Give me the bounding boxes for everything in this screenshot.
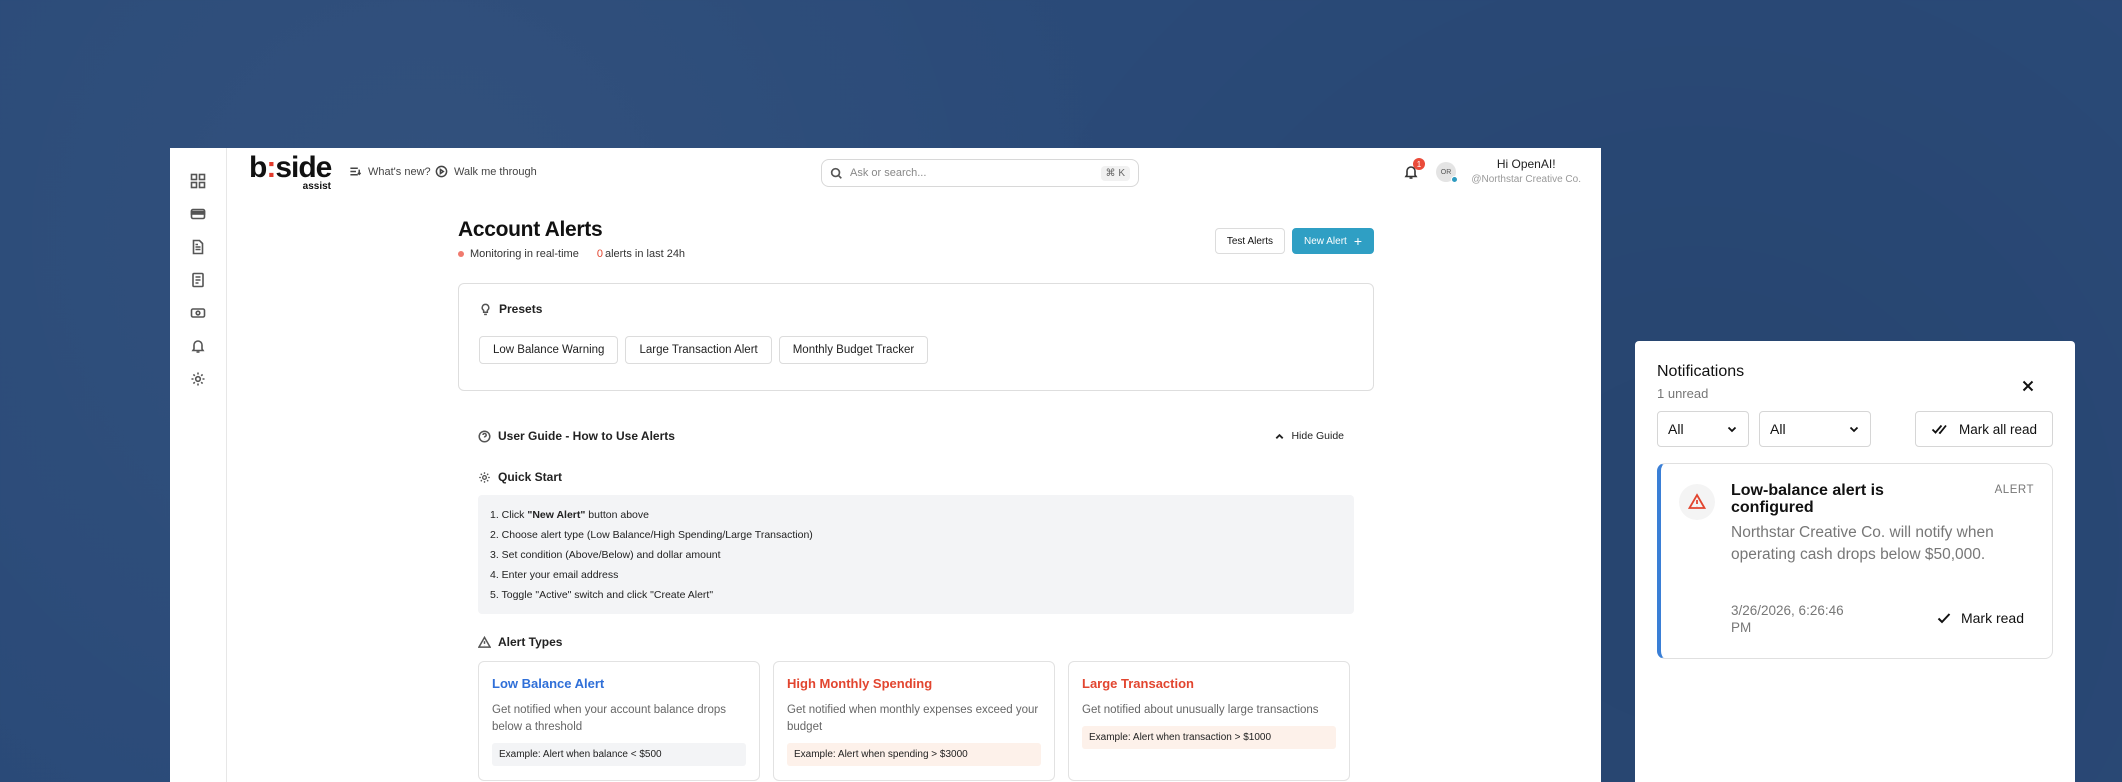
plus-icon: + [1353, 233, 1362, 249]
card-description: Get notified when monthly expenses excee… [787, 704, 1039, 733]
alert-type-high-spending: High Monthly Spending Get notified when … [773, 661, 1055, 781]
preset-low-balance[interactable]: Low Balance Warning [479, 336, 619, 364]
list-item: 1. Click "New Alert" button above [490, 509, 649, 521]
hide-guide-button[interactable]: Hide Guide [1274, 430, 1344, 442]
card-title: Low Balance Alert [492, 676, 605, 691]
search-input[interactable]: Ask or search... ⌘ K [821, 159, 1139, 187]
mark-read-button[interactable]: Mark read [1937, 610, 2024, 626]
gear-icon[interactable] [189, 370, 207, 388]
quick-start-heading: Quick Start [478, 470, 1354, 484]
notification-title: Low-balance alert is configured [1731, 482, 1884, 516]
presets-panel: Presets Low Balance Warning Large Transa… [458, 283, 1374, 391]
card-example: Example: Alert when spending > $3000 [787, 743, 1041, 766]
avatar[interactable]: OR [1436, 162, 1458, 183]
warning-icon [1688, 493, 1706, 509]
close-notifications-button[interactable] [2021, 379, 2035, 393]
card-example: Example: Alert when balance < $500 [492, 743, 746, 766]
walk-me-through-link[interactable]: Walk me through [435, 165, 537, 178]
check-icon [1937, 613, 1951, 624]
alert-types-heading: Alert Types [478, 635, 1354, 649]
new-alert-button[interactable]: New Alert + [1292, 228, 1374, 254]
search-shortcut: ⌘ K [1100, 165, 1130, 181]
card-icon[interactable] [189, 205, 207, 223]
side-rail [170, 148, 227, 782]
user-guide: User Guide - How to Use Alerts Hide Guid… [458, 429, 1374, 781]
app-window: b:side assist What's new? Walk me throug… [170, 148, 1601, 782]
notifications-panel: Notifications 1 unread All All Mark all … [1635, 341, 2075, 782]
search-placeholder: Ask or search... [850, 167, 927, 179]
document-icon[interactable] [189, 238, 207, 256]
logo[interactable]: b:side assist [249, 152, 339, 193]
card-description: Get notified when your account balance d… [492, 704, 726, 733]
notifications-title: Notifications [1657, 363, 1745, 380]
play-circle-icon [435, 165, 448, 178]
list-icon [350, 167, 362, 176]
close-icon [2022, 380, 2034, 392]
dashboard-icon[interactable] [189, 172, 207, 190]
alert-type-cards: Low Balance Alert Get notified when your… [478, 661, 1354, 781]
notification-item[interactable]: Low-balance alert is configured ALERT No… [1657, 463, 2053, 659]
list-item: 4. Enter your email address [490, 569, 619, 581]
greeting-text: Hi OpenAI! [1496, 157, 1556, 171]
notification-tag: ALERT [1994, 484, 2034, 496]
live-indicator [458, 251, 464, 257]
notification-time: 3/26/2026, 6:26:46 PM [1731, 603, 1844, 635]
card-example: Example: Alert when transaction > $1000 [1082, 726, 1336, 749]
bell-icon[interactable] [189, 337, 207, 355]
alert-type-low-balance: Low Balance Alert Get notified when your… [478, 661, 760, 781]
card-description: Get notified about unusually large trans… [1082, 704, 1319, 716]
notification-body: Northstar Creative Co. will notify when … [1731, 524, 1994, 563]
report-icon[interactable] [189, 271, 207, 289]
quick-start-steps: 1. Click "New Alert" button above 2. Cho… [478, 495, 1354, 614]
list-item: 3. Set condition (Above/Below) and dolla… [490, 549, 721, 561]
list-item: 2. Choose alert type (Low Balance/High S… [490, 529, 813, 541]
main-content: Account Alerts Monitoring in real-time 0… [458, 218, 1374, 781]
card-title: Large Transaction [1082, 676, 1194, 691]
chevron-down-icon [1849, 426, 1859, 433]
gear-icon [479, 471, 490, 483]
filter-select-2[interactable]: All [1759, 411, 1871, 447]
cash-icon[interactable] [189, 304, 207, 322]
whats-new-link[interactable]: What's new? [349, 165, 431, 178]
lightbulb-icon [481, 303, 490, 315]
alerts-count: 0 [596, 248, 603, 260]
card-title: High Monthly Spending [787, 676, 933, 691]
preset-large-transaction[interactable]: Large Transaction Alert [625, 336, 772, 364]
online-indicator [1451, 176, 1458, 183]
guide-heading: User Guide - How to Use Alerts [478, 429, 675, 443]
header-actions: Test Alerts New Alert + [1214, 228, 1374, 254]
alert-type-large-transaction: Large Transaction Get notified about unu… [1068, 661, 1350, 781]
presets-heading: Presets [479, 302, 1353, 316]
list-item: 5. Toggle "Active" switch and click "Cre… [490, 589, 714, 601]
double-check-icon [1931, 424, 1947, 435]
notifications-bell[interactable]: 1 [1403, 158, 1425, 182]
filter-select-1[interactable]: All [1657, 411, 1749, 447]
chevron-down-icon [1727, 426, 1737, 433]
mark-all-read-button[interactable]: Mark all read [1914, 411, 2053, 447]
preset-monthly-budget[interactable]: Monthly Budget Tracker [778, 336, 929, 364]
org-name: @Northstar Creative Co. [1471, 174, 1581, 185]
unread-count: 1 unread [1657, 386, 1709, 401]
test-alerts-button[interactable]: Test Alerts [1214, 228, 1286, 254]
warning-icon [478, 635, 491, 648]
notification-count-badge: 1 [1413, 158, 1425, 170]
user-greeting[interactable]: Hi OpenAI! @Northstar Creative Co. [1471, 157, 1581, 185]
preset-chips: Low Balance Warning Large Transaction Al… [479, 336, 1353, 364]
help-circle-icon [478, 429, 491, 443]
chevron-up-icon [1276, 433, 1284, 439]
notification-filters: All All Mark all read [1657, 411, 2053, 447]
alert-icon-wrapper [1679, 484, 1715, 520]
search-icon [830, 167, 842, 179]
logo-subtitle: assist [302, 181, 331, 192]
top-bar: b:side assist What's new? Walk me throug… [227, 148, 1601, 200]
